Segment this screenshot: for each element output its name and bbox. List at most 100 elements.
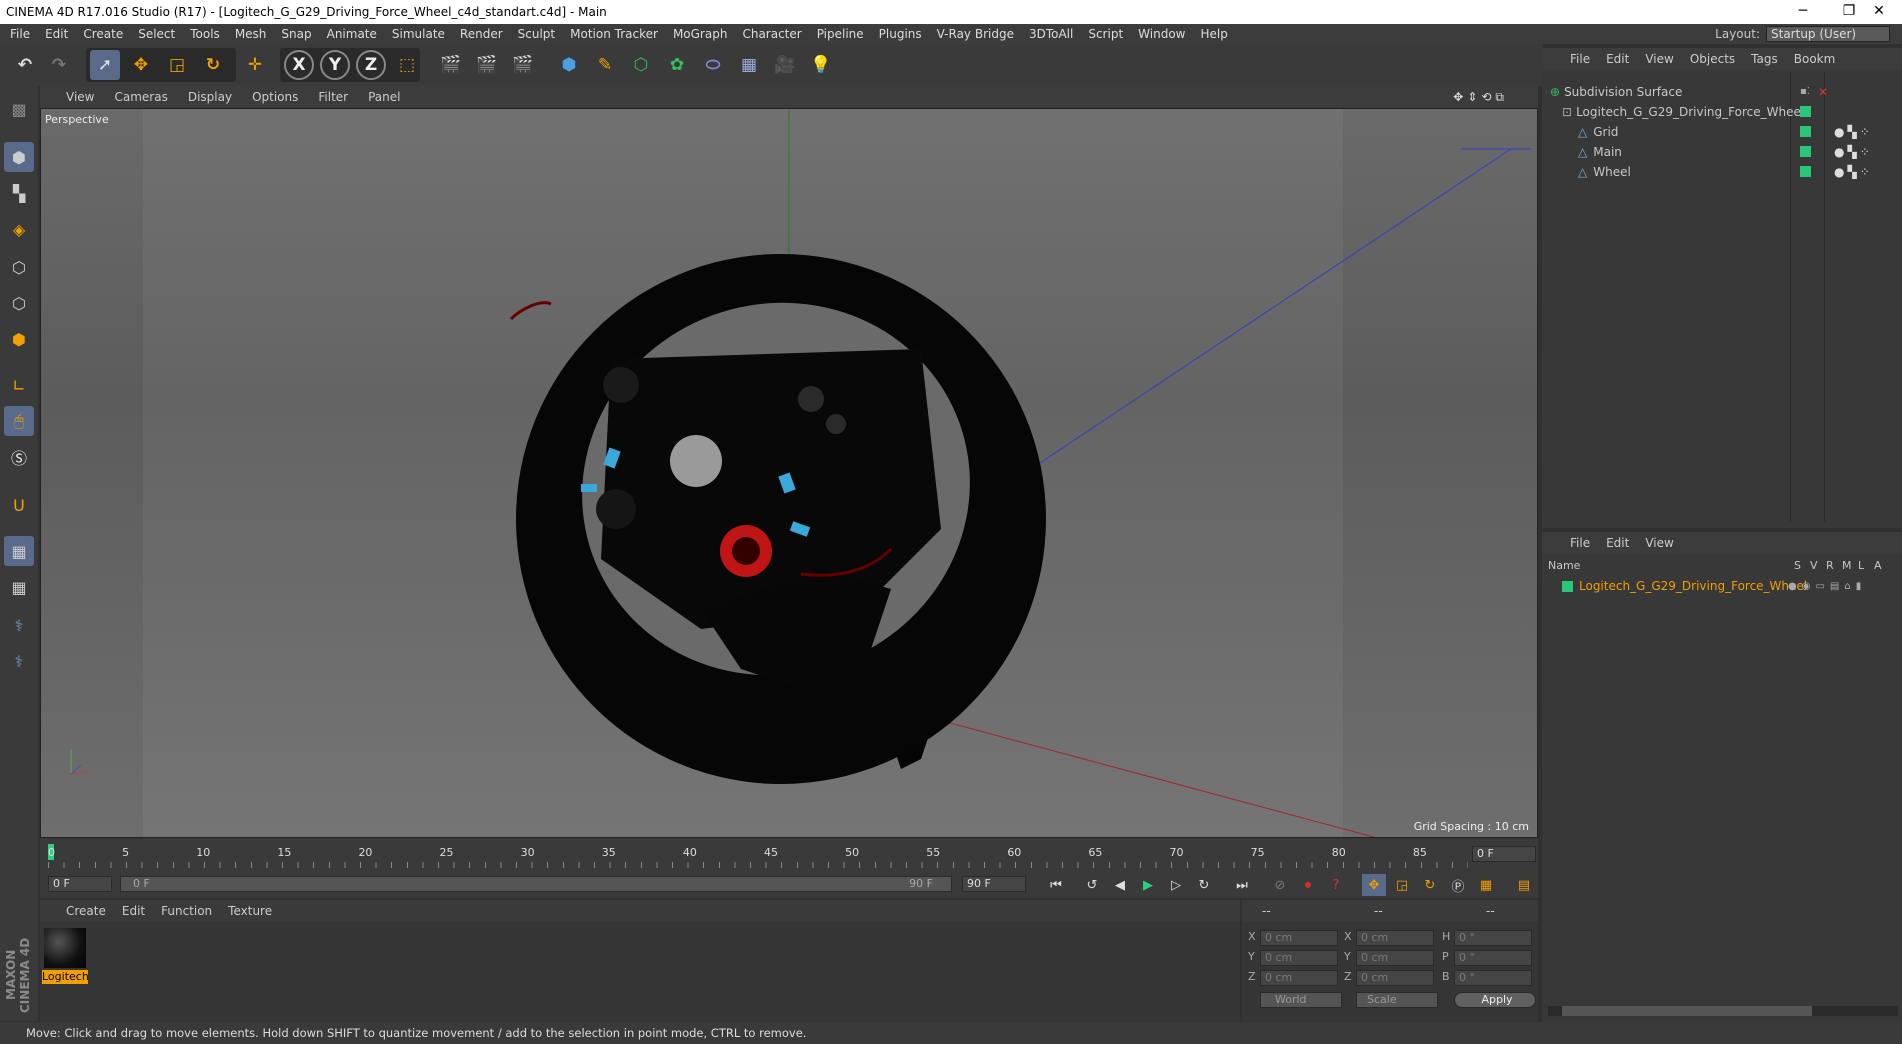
viewport-menu-display[interactable]: Display (188, 90, 232, 104)
layer-menu-file[interactable]: File (1570, 536, 1590, 550)
menu-tools[interactable]: Tools (190, 27, 220, 41)
cloner-icon[interactable]: ✿ (662, 50, 692, 80)
menu-motion-tracker[interactable]: Motion Tracker (570, 27, 658, 41)
coordinate-system-icon[interactable]: ⬚ (392, 50, 422, 80)
tree-item[interactable]: △ Wheel ●▚⁘ (1578, 162, 1902, 182)
z-axis-lock-icon[interactable]: Z (356, 50, 386, 80)
timeline-ruler[interactable]: 0 5 10 15 20 25 30 35 40 45 50 55 60 65 … (40, 838, 1538, 872)
material-tags[interactable]: ●▚⁘ (1834, 165, 1873, 179)
material-tags[interactable]: ●▚⁘ (1834, 145, 1873, 159)
p-rotation-field[interactable]: 0 ° (1454, 950, 1532, 966)
coord-system-dropdown[interactable]: World (1260, 992, 1342, 1008)
object-menu-edit[interactable]: Edit (1606, 52, 1629, 66)
x-axis-lock-icon[interactable]: X (284, 50, 314, 80)
menu-edit[interactable]: Edit (45, 27, 68, 41)
planar-workplane-icon[interactable]: ▦ (4, 572, 34, 602)
tree-item[interactable]: ⊕ Subdivision Surface ▪⁚ ✕ (1550, 82, 1900, 102)
material-menu-create[interactable]: Create (66, 904, 106, 918)
next-key-icon[interactable]: ↻ (1192, 874, 1216, 896)
size-mode-dropdown[interactable]: Scale (1356, 992, 1438, 1008)
b-rotation-field[interactable]: 0 ° (1454, 970, 1532, 986)
menu-animate[interactable]: Animate (327, 27, 377, 41)
material-menu-edit[interactable]: Edit (122, 904, 145, 918)
material-tags[interactable]: ●▚⁘ (1834, 125, 1873, 139)
x-size-field[interactable]: 0 cm (1356, 930, 1434, 946)
viewport-perspective[interactable]: Perspective Grid Spacing: 10 cm (40, 108, 1538, 838)
render-view-icon[interactable]: 🎬 (436, 50, 466, 80)
layer-flags[interactable]: ●◉▭▤⌂▮ (1788, 581, 1866, 592)
floor-icon[interactable]: ▦ (734, 50, 764, 80)
tweak-mode-icon[interactable]: 🖱 (4, 406, 34, 436)
object-menu-bookmarks[interactable]: Bookm (1794, 52, 1836, 66)
menu-sculpt[interactable]: Sculpt (518, 27, 555, 41)
material-thumbnail[interactable] (44, 928, 86, 968)
light-icon[interactable]: 💡 (806, 50, 836, 80)
render-settings-icon[interactable]: 🎬 (508, 50, 538, 80)
viewport-menu-panel[interactable]: Panel (368, 90, 400, 104)
layout-dropdown[interactable]: Startup (User) (1766, 26, 1890, 42)
y-size-field[interactable]: 0 cm (1356, 950, 1434, 966)
h-rotation-field[interactable]: 0 ° (1454, 930, 1532, 946)
make-editable-icon[interactable]: ▩ (4, 94, 34, 124)
layer-menu-edit[interactable]: Edit (1606, 536, 1629, 550)
viewport-menu-cameras[interactable]: Cameras (114, 90, 167, 104)
python-script-icon[interactable]: ⚕ (4, 610, 34, 640)
viewport-menu-options[interactable]: Options (252, 90, 298, 104)
previous-frame-icon[interactable]: ◀ (1108, 874, 1132, 896)
record-keys-icon[interactable]: ⊘ (1268, 874, 1292, 896)
menu-plugins[interactable]: Plugins (879, 27, 922, 41)
end-frame-field[interactable]: 90 F (962, 876, 1026, 892)
timeline-window-icon[interactable]: ▤ (1512, 874, 1536, 896)
auto-keying-icon[interactable]: ⏺ (1296, 874, 1320, 896)
scale-tool-icon[interactable]: ◲ (162, 50, 192, 80)
move-tool-icon[interactable]: ✥ (126, 50, 156, 80)
apply-button[interactable]: Apply (1454, 992, 1536, 1008)
disabled-check-icon[interactable]: ✕ (1818, 85, 1828, 99)
play-icon[interactable]: ▶ (1136, 874, 1160, 896)
live-select-icon[interactable]: ✛ (240, 50, 270, 80)
go-to-start-icon[interactable]: ⏮ (1044, 874, 1068, 896)
start-frame-field[interactable]: 0 F (48, 876, 112, 892)
frame-range-slider[interactable]: 0 F 90 F (120, 876, 952, 892)
menu-file[interactable]: File (10, 27, 30, 41)
deformer-icon[interactable]: ⬭ (698, 50, 728, 80)
keyframe-selection-icon[interactable]: ? (1324, 874, 1348, 896)
minimize-button[interactable]: ─ (1780, 0, 1826, 24)
tree-item[interactable]: △ Main ●▚⁘ (1578, 142, 1902, 162)
points-mode-icon[interactable]: ⬡ (4, 252, 34, 282)
menu-script[interactable]: Script (1088, 27, 1123, 41)
viewport-menu-filter[interactable]: Filter (318, 90, 348, 104)
viewport-menu-view[interactable]: View (66, 90, 94, 104)
cube-object-icon[interactable]: ⬢ (554, 50, 584, 80)
solo-mode-icon[interactable]: Ⓢ (4, 442, 34, 472)
menu-mograph[interactable]: MoGraph (673, 27, 728, 41)
snap-magnet-icon[interactable]: U (4, 490, 34, 520)
menu-render[interactable]: Render (460, 27, 503, 41)
pen-spline-icon[interactable]: ✎ (590, 50, 620, 80)
workplane-mode-icon[interactable]: ◈ (4, 214, 34, 244)
key-rotation-icon[interactable]: ↻ (1418, 874, 1442, 896)
key-param-icon[interactable]: Ⓟ (1446, 874, 1470, 896)
model-mode-icon[interactable]: ⬢ (4, 142, 34, 172)
menu-snap[interactable]: Snap (281, 27, 311, 41)
menu-mesh[interactable]: Mesh (235, 27, 267, 41)
menu-vray-bridge[interactable]: V-Ray Bridge (937, 27, 1014, 41)
layer-row[interactable]: Logitech_G_G29_Driving_Force_Wheel ●◉▭▤⌂… (1562, 576, 1902, 596)
menu-select[interactable]: Select (138, 27, 175, 41)
y-axis-lock-icon[interactable]: Y (320, 50, 350, 80)
close-button[interactable]: ✕ (1856, 0, 1902, 24)
previous-key-icon[interactable]: ↺ (1080, 874, 1104, 896)
menu-3dtoall[interactable]: 3DToAll (1029, 27, 1073, 41)
menu-help[interactable]: Help (1200, 27, 1227, 41)
material-menu-texture[interactable]: Texture (228, 904, 272, 918)
material-label[interactable]: Logitech (42, 970, 88, 984)
y-position-field[interactable]: 0 cm (1260, 950, 1338, 966)
horizontal-scrollbar[interactable] (1548, 1006, 1898, 1016)
object-menu-file[interactable]: File (1570, 52, 1590, 66)
texture-mode-icon[interactable]: ▚ (4, 178, 34, 208)
x-position-field[interactable]: 0 cm (1260, 930, 1338, 946)
workplane-lock-icon[interactable]: ▦ (4, 536, 34, 566)
camera-icon[interactable]: 🎥 (770, 50, 800, 80)
menu-window[interactable]: Window (1138, 27, 1185, 41)
material-menu-function[interactable]: Function (161, 904, 212, 918)
